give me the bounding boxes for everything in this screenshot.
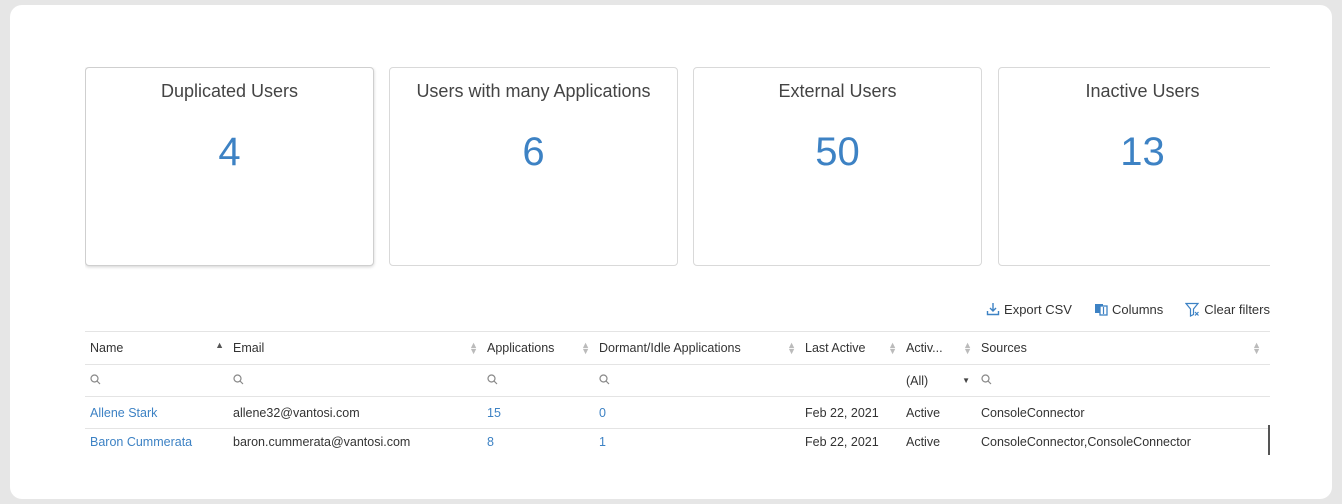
search-icon: [233, 373, 244, 388]
card-value: 13: [1120, 130, 1165, 174]
active-status: Active: [906, 405, 941, 420]
header-label: Dormant/Idle Applications: [599, 341, 741, 355]
column-header-dormant[interactable]: Dormant/Idle Applications ▲ ▼: [594, 332, 800, 364]
column-header-last-active[interactable]: Last Active ▲ ▼: [800, 332, 901, 364]
card-value: 4: [218, 130, 241, 174]
search-icon: [90, 373, 101, 388]
sources-value: ConsoleConnector,ConsoleConnector: [981, 435, 1191, 449]
filter-name-input[interactable]: [85, 365, 228, 396]
card-title: External Users: [778, 81, 897, 101]
columns-button[interactable]: Columns: [1094, 299, 1163, 319]
columns-label: Columns: [1111, 301, 1164, 317]
card-value: 50: [815, 130, 860, 174]
dormant-count-link[interactable]: 1: [594, 429, 800, 455]
sort-icon: ▲ ▼: [469, 340, 478, 356]
table-header: Name ▲ Email ▲ ▼ Applications ▲ ▼ Dormant/…: [85, 331, 1270, 365]
users-table: Name ▲ Email ▲ ▼ Applications ▲ ▼ Dormant/…: [85, 331, 1270, 455]
card-users-many-apps[interactable]: Users with many Applications 6: [389, 67, 678, 266]
last-active-date: Feb 22, 2021: [805, 405, 879, 420]
vertical-scrollbar[interactable]: [1268, 425, 1270, 455]
column-header-active[interactable]: Activ... ▲ ▼: [901, 332, 976, 364]
search-icon: [981, 373, 992, 388]
card-value: 6: [522, 130, 545, 174]
column-header-sources[interactable]: Sources ▲ ▼: [976, 332, 1265, 364]
export-csv-label: Export CSV: [1004, 301, 1072, 317]
card-title: Inactive Users: [1085, 81, 1200, 101]
header-label: Activ...: [906, 341, 943, 355]
header-label: Last Active: [805, 341, 866, 355]
user-name-link[interactable]: Baron Cummerata: [85, 429, 228, 455]
dashboard-content: Duplicated Users 4 Users with many Appli…: [85, 67, 1270, 457]
header-label: Name: [90, 341, 124, 355]
grid-toolbar: Export CSV Columns Clear filters: [964, 299, 1270, 319]
select-value: (All): [906, 373, 929, 388]
summary-cards: Duplicated Users 4 Users with many Appli…: [85, 67, 1270, 266]
sort-icon: ▲ ▼: [581, 340, 590, 356]
header-label: Sources: [981, 341, 1027, 355]
filter-sources-input[interactable]: [976, 365, 1265, 396]
card-title: Duplicated Users: [160, 81, 299, 101]
column-header-applications[interactable]: Applications ▲ ▼: [482, 332, 594, 364]
dormant-count-link[interactable]: 0: [594, 397, 800, 428]
column-header-email[interactable]: Email ▲ ▼: [228, 332, 482, 364]
filter-applications-input[interactable]: [482, 365, 594, 396]
sort-ascending-icon: ▲: [215, 340, 224, 350]
columns-icon: [1094, 302, 1108, 316]
filter-clear-icon: [1185, 302, 1200, 317]
applications-count-link[interactable]: 15: [482, 397, 594, 428]
sort-icon: ▲ ▼: [888, 340, 897, 356]
sort-icon: ▲ ▼: [1252, 340, 1261, 356]
sources-value: ConsoleConnector: [981, 405, 1085, 420]
card-external-users[interactable]: External Users 50: [693, 67, 982, 266]
column-header-name[interactable]: Name ▲: [85, 332, 228, 364]
user-email: baron.cummerata@vantosi.com: [233, 435, 411, 449]
clear-filters-button[interactable]: Clear filters: [1185, 299, 1270, 319]
card-duplicated-users[interactable]: Duplicated Users 4: [85, 67, 374, 266]
table-row[interactable]: Allene Stark allene32@vantosi.com 15 0 F…: [85, 397, 1270, 429]
card-title: Users with many Applications: [416, 81, 651, 101]
filter-email-input[interactable]: [228, 365, 482, 396]
sort-icon: ▲ ▼: [787, 340, 796, 356]
card-inactive-users[interactable]: Inactive Users 13: [998, 67, 1270, 266]
active-status: Active: [906, 435, 941, 449]
applications-count-link[interactable]: 8: [482, 429, 594, 455]
search-icon: [487, 373, 498, 388]
header-label: Applications: [487, 341, 555, 355]
download-icon: [986, 302, 1000, 316]
sort-icon: ▲ ▼: [963, 340, 972, 356]
user-email: allene32@vantosi.com: [233, 405, 360, 420]
filter-dormant-input[interactable]: [594, 365, 800, 396]
filter-row: (All) ▼: [85, 365, 1270, 397]
dropdown-caret-icon: ▼: [962, 376, 970, 385]
filter-active-select[interactable]: (All) ▼: [901, 365, 976, 396]
clear-filters-label: Clear filters: [1204, 301, 1270, 317]
user-name-link[interactable]: Allene Stark: [85, 397, 228, 428]
last-active-date: Feb 22, 2021: [805, 435, 879, 449]
table-row[interactable]: Baron Cummerata baron.cummerata@vantosi.…: [85, 429, 1270, 455]
header-label: Email: [233, 341, 265, 355]
search-icon: [599, 373, 610, 388]
export-csv-button[interactable]: Export CSV: [986, 299, 1072, 319]
